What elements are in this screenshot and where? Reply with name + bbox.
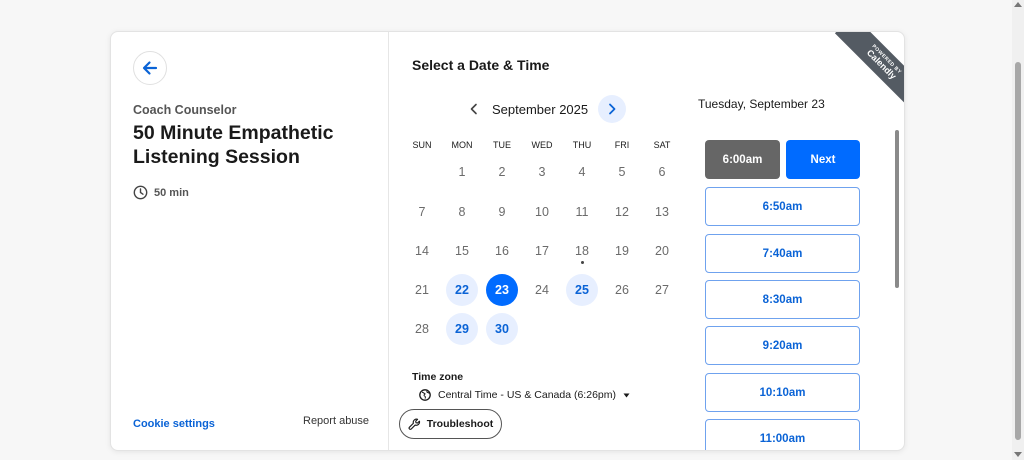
booking-card: Coach Counselor 50 Minute Empathetic Lis… — [110, 31, 905, 451]
calendar-day-27: 27 — [655, 283, 669, 297]
calendar-day-20: 20 — [655, 244, 669, 258]
calendar-day-26: 26 — [615, 283, 629, 297]
calendar-day-9: 9 — [498, 205, 506, 219]
calendar-day-21: 21 — [415, 283, 429, 297]
time-slot-button[interactable]: 10:10am — [705, 373, 860, 412]
calendar-day-8: 8 — [458, 205, 466, 219]
calendar-day-15: 15 — [455, 244, 469, 258]
scroll-down-arrow-icon[interactable] — [1014, 452, 1022, 457]
calendar-day-4: 4 — [578, 165, 586, 179]
previous-month-button[interactable] — [462, 95, 486, 123]
calendar-day-6: 6 — [658, 165, 666, 179]
weekday-sat: SAT — [653, 140, 671, 150]
calendar-day-19: 19 — [615, 244, 629, 258]
timezone-label: Time zone — [412, 371, 464, 383]
calendar-day-25[interactable]: 25 — [566, 274, 598, 306]
calendar-day-2: 2 — [498, 165, 506, 179]
weekday-wed: WED — [531, 140, 553, 150]
calendar-day-11: 11 — [575, 205, 589, 219]
weekday-tue: TUE — [493, 140, 511, 150]
weekday-mon: MON — [451, 140, 473, 150]
globe-icon — [419, 389, 431, 401]
time-slot-button[interactable]: 11:00am — [705, 419, 860, 450]
today-dot-indicator — [580, 261, 584, 264]
calendar-day-3: 3 — [538, 165, 546, 179]
chevron-right-icon — [609, 103, 616, 115]
select-date-heading: Select a Date & Time — [412, 57, 550, 73]
troubleshoot-label: Troubleshoot — [426, 418, 494, 430]
calendar-day-17: 17 — [535, 244, 549, 258]
event-title: 50 Minute Empathetic Listening Session — [133, 122, 334, 168]
timezone-select[interactable]: Central Time - US & Canada (6:26pm) — [419, 389, 630, 401]
calendar-day-22[interactable]: 22 — [446, 274, 478, 306]
selected-time-slot[interactable]: 6:00am — [705, 140, 780, 179]
organizer-name: Coach Counselor — [133, 103, 237, 117]
calendar-day-28: 28 — [415, 322, 429, 336]
calendly-badge: POWERED BY Calendly — [834, 32, 904, 112]
event-details-panel: Coach Counselor 50 Minute Empathetic Lis… — [111, 32, 389, 450]
month-navigation: September 2025 — [462, 95, 627, 123]
next-month-button[interactable] — [598, 95, 627, 123]
calendar-day-12: 12 — [615, 205, 629, 219]
calendar-day-14: 14 — [415, 244, 429, 258]
duration-label: 50 min — [154, 186, 189, 199]
calendar-day-1: 1 — [458, 165, 466, 179]
time-slot-button[interactable]: 7:40am — [705, 234, 860, 273]
selected-date-heading: Tuesday, September 23 — [698, 97, 825, 111]
event-duration: 50 min — [133, 185, 189, 200]
cookie-settings-link[interactable]: Cookie settings — [133, 418, 215, 430]
weekday-sun: SUN — [412, 140, 432, 150]
clock-icon — [133, 185, 148, 200]
chevron-left-icon — [470, 103, 477, 115]
caret-down-icon — [623, 393, 630, 397]
weekday-thu: THU — [572, 140, 592, 150]
time-slot-button[interactable]: 8:30am — [705, 280, 860, 319]
calendar-day-10: 10 — [535, 205, 549, 219]
calendar-day-7: 7 — [418, 205, 426, 219]
report-abuse-link[interactable]: Report abuse — [303, 415, 369, 427]
powered-by-ribbon[interactable]: POWERED BY Calendly — [824, 32, 904, 112]
calendar-day-16: 16 — [495, 244, 509, 258]
time-slot-button[interactable]: 6:50am — [705, 187, 860, 226]
selected-slot-row: 6:00am Next — [705, 140, 860, 179]
back-button[interactable] — [133, 51, 167, 85]
weekday-fri: FRI — [614, 140, 630, 150]
timezone-value: Central Time - US & Canada (6:26pm) — [438, 389, 616, 401]
calendar-day-24: 24 — [535, 283, 549, 297]
time-list-scrollbar[interactable] — [895, 130, 899, 288]
wrench-icon — [408, 418, 420, 430]
calendar-day-5: 5 — [618, 165, 626, 179]
arrow-left-icon — [142, 61, 158, 75]
calendar-day-23[interactable]: 23 — [486, 274, 518, 306]
next-button[interactable]: Next — [786, 140, 860, 179]
page-scrollbar-thumb[interactable] — [1015, 62, 1021, 440]
calendar-day-29[interactable]: 29 — [446, 313, 478, 345]
calendar-day-13: 13 — [655, 205, 669, 219]
scroll-up-arrow-icon[interactable] — [1014, 2, 1022, 7]
current-month: September 2025 — [492, 101, 589, 117]
calendar-day-30[interactable]: 30 — [486, 313, 518, 345]
troubleshoot-button[interactable]: Troubleshoot — [399, 409, 502, 439]
time-slot-button[interactable]: 9:20am — [705, 326, 860, 365]
